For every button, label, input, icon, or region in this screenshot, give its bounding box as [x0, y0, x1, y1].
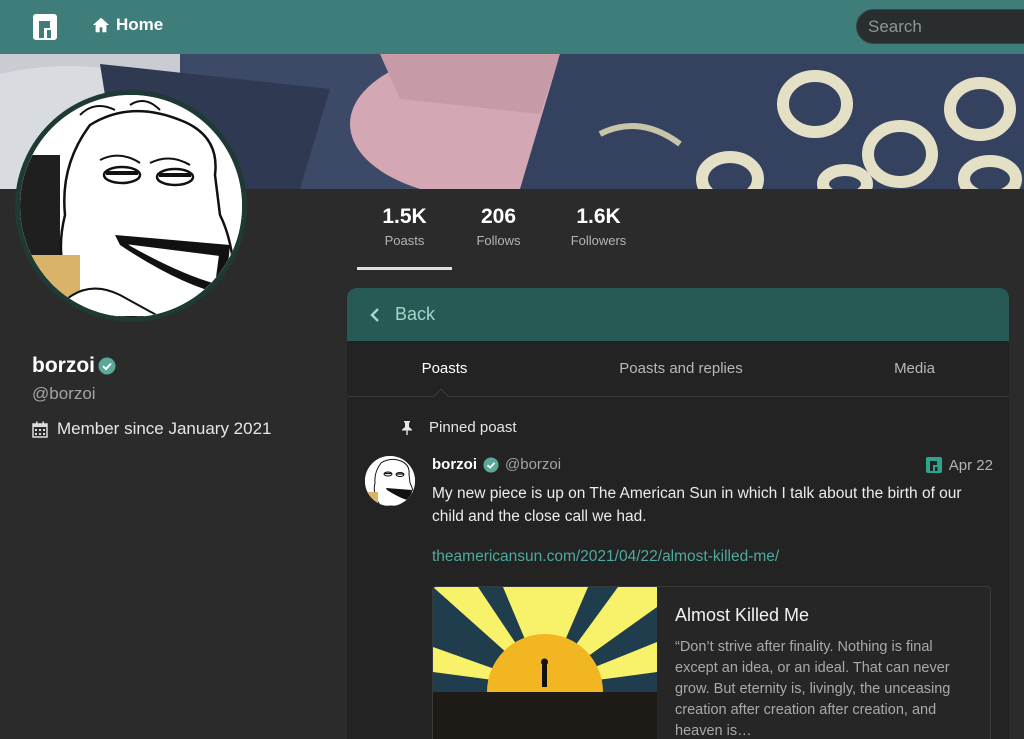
tab-label: Poasts [421, 360, 468, 377]
tab-poasts-and-replies[interactable]: Poasts and replies [542, 341, 820, 396]
calendar-icon [32, 421, 48, 438]
link-preview-title: Almost Killed Me [675, 605, 810, 625]
search-input[interactable] [856, 9, 1024, 44]
profile-handle: @borzoi [32, 384, 96, 403]
pinned-label: Pinned poast [429, 419, 517, 436]
chevron-left-icon [370, 307, 379, 322]
post-author-handle[interactable]: @borzoi [505, 456, 561, 473]
stat-value: 206 [480, 205, 517, 228]
verified-badge-icon [483, 456, 499, 473]
verified-badge-icon [98, 357, 116, 375]
link-preview-image [433, 587, 657, 739]
link-preview-description: “Don’t strive after finality. Nothing is… [675, 639, 951, 739]
stat-label: Poasts [384, 233, 425, 248]
timeline-tabs: Poasts Poasts and replies Media [347, 341, 1009, 406]
stat-follows[interactable]: 206 Follows [452, 205, 545, 271]
profile-avatar[interactable] [15, 90, 247, 322]
post-author-avatar[interactable] [365, 456, 415, 506]
top-navigation-bar: Home [0, 0, 1024, 54]
stat-value: 1.6K [576, 205, 621, 228]
avatar-cartoon-image [365, 456, 415, 506]
avatar-cartoon-image [20, 95, 242, 317]
post-author-name[interactable]: borzoi [432, 456, 477, 473]
timeline-panel: Back Poasts Poasts and replies Media Pin… [347, 288, 1009, 739]
back-button[interactable]: Back [347, 288, 1009, 341]
tab-media[interactable]: Media [820, 341, 1009, 396]
pin-icon [402, 420, 412, 435]
post-date-label: Apr 22 [948, 456, 993, 474]
tab-label: Poasts and replies [619, 360, 743, 377]
pleroma-logo-icon[interactable] [30, 12, 60, 42]
home-link[interactable]: Home [92, 15, 163, 35]
pleroma-source-icon [925, 457, 942, 473]
profile-name: borzoi [32, 354, 95, 377]
member-since-label: Member since January 2021 [57, 419, 272, 438]
profile-stats: 1.5K Poasts 206 Follows 1.6K Followers [357, 205, 652, 271]
post-header: borzoi @borzoi [432, 456, 561, 473]
stat-label: Follows [476, 233, 521, 248]
stat-followers[interactable]: 1.6K Followers [545, 205, 652, 271]
active-stat-underline [357, 267, 452, 270]
back-label: Back [395, 304, 436, 324]
stat-value: 1.5K [382, 205, 427, 228]
link-preview-card[interactable]: Almost Killed Me “Don’t strive after fin… [432, 586, 991, 739]
post-date[interactable]: Apr 22 [925, 456, 993, 474]
pinned-indicator: Pinned poast [401, 419, 517, 436]
stat-poasts[interactable]: 1.5K Poasts [357, 205, 452, 271]
home-icon [92, 17, 110, 33]
tab-poasts[interactable]: Poasts [347, 341, 542, 396]
profile-name-row: borzoi [32, 354, 116, 378]
home-label: Home [116, 15, 164, 34]
member-since: Member since January 2021 [32, 419, 272, 439]
tab-label: Media [894, 360, 935, 377]
post-body: My new piece is up on The American Sun i… [432, 485, 962, 525]
stat-label: Followers [570, 233, 627, 248]
post-link[interactable]: theamericansun.com/2021/04/22/almost-kil… [432, 548, 779, 566]
